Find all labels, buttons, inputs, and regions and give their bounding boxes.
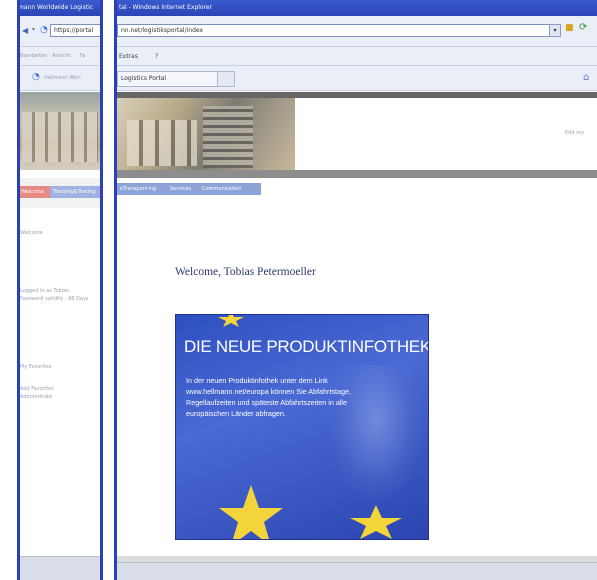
left-address-bar[interactable]: https://portal: [50, 24, 102, 37]
refresh-icon[interactable]: ⟳: [579, 22, 587, 33]
building-facade: [22, 112, 98, 162]
left-tab-strip: ◔ Hellmann Worl: [18, 66, 102, 91]
right-active-tab[interactable]: Logistics Portal: [117, 71, 218, 87]
building-windows: [127, 120, 197, 166]
dropdown-arrow-icon[interactable]: ▾: [549, 24, 561, 37]
produktinfothek-banner[interactable]: DIE NEUE PRODUKTINFOTHEK In der neuen Pr…: [175, 314, 429, 540]
right-address-bar[interactable]: nn.net/logistiksportal/index: [117, 24, 550, 37]
left-header-photo: [18, 92, 102, 170]
menu-help[interactable]: ?: [155, 53, 158, 60]
right-menu-bar: Extras ?: [117, 47, 597, 66]
tab-page-icon: ◔: [32, 72, 40, 82]
industrial-structure: [203, 106, 253, 168]
menu-ansicht[interactable]: Ansicht: [52, 53, 70, 59]
header-gray-rule: [117, 170, 597, 178]
left-tab-label[interactable]: Hellmann Worl: [44, 75, 81, 81]
side-add-favorites-link[interactable]: Add Favorites: [20, 386, 54, 392]
nav-welcome-button[interactable]: Welcome: [18, 186, 50, 198]
right-address-toolbar: nn.net/logistiksportal/index ▾ ■ ⟳: [117, 16, 597, 47]
left-frame-border: [17, 0, 20, 580]
side-favorites-heading: My Favorites: [20, 364, 52, 370]
forward-icon[interactable]: ▾: [32, 26, 35, 33]
side-welcome-text: Welcome: [20, 230, 43, 236]
star-icon: [350, 505, 402, 539]
left-address-toolbar: ◀ ▾ ◔ https://portal: [18, 16, 102, 47]
left-menu-bar: Bearbeiten Ansicht Fa: [18, 47, 102, 66]
back-icon[interactable]: ◀: [22, 26, 28, 35]
left-status-bar: [18, 556, 102, 580]
right-tab-label: Logistics Portal: [121, 75, 167, 82]
side-password-text: Password validity : 98 Days: [20, 296, 89, 302]
side-logged-in-text: Logged in as Tobias: [20, 288, 69, 294]
banner-title: DIE NEUE PRODUKTINFOTHEK: [184, 337, 429, 356]
left-title-bar: mann Worldwide Logistic: [18, 0, 102, 16]
page-icon: ◔: [40, 25, 48, 35]
menu-bearbeiten[interactable]: Bearbeiten: [20, 53, 47, 59]
right-browser-window: tal - Windows Internet Explorer nn.net/l…: [117, 0, 597, 580]
left-window-title: mann Worldwide Logistic: [18, 4, 94, 11]
banner-text: In der neuen Produktinfothek unter dem L…: [186, 376, 352, 418]
star-icon: [219, 485, 283, 539]
lock-icon: ■: [565, 23, 574, 33]
side-administrate-link[interactable]: Administrate: [20, 394, 52, 400]
nav-services-button[interactable]: Services: [167, 183, 199, 195]
star-icon: [218, 315, 244, 327]
home-icon[interactable]: ⌂: [583, 72, 589, 83]
nav-communication-button[interactable]: Communication: [199, 183, 261, 195]
header-right-link[interactable]: Edit my: [565, 130, 584, 136]
menu-extras[interactable]: Extras: [119, 53, 138, 60]
right-tab-strip: Logistics Portal ⌂: [117, 66, 597, 91]
nav-etransport-button[interactable]: eTransport-ing: [117, 183, 167, 195]
right-title-bar: tal - Windows Internet Explorer: [117, 0, 597, 16]
header-photo: [117, 98, 295, 170]
menu-favoriten[interactable]: Fa: [80, 53, 85, 59]
right-status-bar: [117, 562, 597, 580]
new-tab-button[interactable]: [217, 71, 235, 87]
right-window-title: tal - Windows Internet Explorer: [119, 4, 213, 11]
welcome-heading: Welcome, Tobias Petermoeller: [175, 266, 316, 278]
left-browser-window: mann Worldwide Logistic ◀ ▾ ◔ https://po…: [18, 0, 102, 580]
nav-tracking-button[interactable]: Tracking&Tracing: [50, 186, 102, 198]
